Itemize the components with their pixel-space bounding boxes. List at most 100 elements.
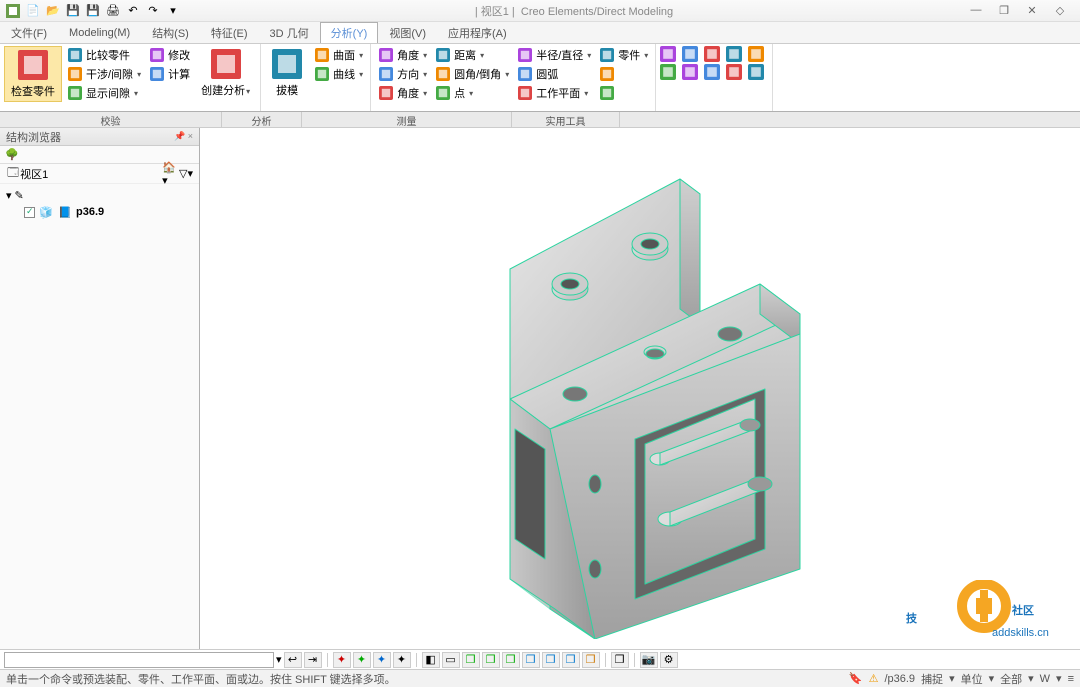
ribbon-btn[interactable]: 比较零件 (64, 46, 144, 64)
sidebar-pin-close[interactable]: 📌 × (174, 131, 193, 142)
status-menu-icon[interactable]: ≡ (1068, 673, 1074, 685)
ribbon-btn[interactable]: 距离▾ (432, 46, 512, 64)
maximize-button[interactable]: ❐ (994, 4, 1014, 17)
camera-icon[interactable]: 📷 (640, 652, 658, 668)
ribbon-btn[interactable] (596, 65, 651, 83)
ribbon-group-2: 角度▾方向▾角度▾距离▾圆角/倒角▾点▾半径/直径▾圆弧工作平面▾零件▾ (371, 44, 656, 111)
cmd-dropdown-icon[interactable]: ▾ (276, 653, 282, 666)
undo-icon[interactable]: ↶ (124, 2, 142, 20)
workspace: 结构浏览器 📌 × 🌳 🗔 🏠▾ ▽▾ ▾ ✎ 🧊 📘 p36.9 (0, 128, 1080, 649)
status-bar: 单击一个命令或预选装配、零件、工作平面、面或边。按住 SHIFT 键选择多项。 … (0, 669, 1080, 687)
tab-2[interactable]: 结构(S) (141, 22, 200, 43)
ribbon-btn[interactable]: 角度▾ (375, 46, 430, 64)
ribbon-btn[interactable]: 工作平面▾ (514, 84, 594, 102)
3d-viewport[interactable] (200, 128, 1080, 649)
help-button[interactable]: ◇ (1050, 4, 1070, 17)
new-icon[interactable]: 📄 (24, 2, 42, 20)
status-wp[interactable]: W (1040, 673, 1050, 685)
ribbon-btn[interactable]: 计算 (146, 65, 193, 83)
group-label: 实用工具 (512, 112, 620, 127)
open-icon[interactable]: 📂 (44, 2, 62, 20)
ribbon-btn[interactable]: 曲面▾ (311, 46, 366, 64)
ribbon-btn[interactable]: 修改 (146, 46, 193, 64)
ribbon-btn[interactable]: 角度▾ (375, 84, 430, 102)
ribbon-btn[interactable]: 半径/直径▾ (514, 46, 594, 64)
tab-5[interactable]: 分析(Y) (320, 22, 379, 43)
ribbon-big-创建分析[interactable]: 创建分析▾ (195, 46, 256, 100)
view-solo-icon[interactable]: ❒ (611, 652, 629, 668)
filter-icon[interactable]: ▽▾ (179, 167, 193, 180)
util-icon[interactable] (704, 64, 720, 80)
viewport-input[interactable] (20, 168, 162, 180)
view-iso-icon[interactable]: ◧ (422, 652, 440, 668)
ribbon-group-labels: 校验分析测量实用工具 (0, 112, 1080, 128)
tab-7[interactable]: 应用程序(A) (437, 22, 518, 43)
view-cube7-icon[interactable]: ❒ (582, 652, 600, 668)
view-cube1-icon[interactable]: ❒ (462, 652, 480, 668)
status-snap[interactable]: 捕捉 (921, 671, 943, 687)
util-icon[interactable] (726, 64, 742, 80)
group-label: 测量 (302, 112, 512, 127)
ribbon-btn[interactable]: 圆角/倒角▾ (432, 65, 512, 83)
ribbon-big-检查零件[interactable]: 检查零件 (4, 46, 62, 102)
command-input[interactable] (4, 652, 274, 668)
axis-y-icon[interactable]: ✦ (353, 652, 371, 668)
tree-icon[interactable]: 🌳 (4, 147, 20, 163)
axis-z-icon[interactable]: ✦ (373, 652, 391, 668)
ribbon-btn[interactable]: 曲线▾ (311, 65, 366, 83)
ribbon-btn[interactable]: 方向▾ (375, 65, 430, 83)
minimize-button[interactable]: — (966, 4, 986, 17)
util-icon[interactable] (748, 64, 764, 80)
saveas-icon[interactable]: 💾 (84, 2, 102, 20)
status-hint: 单击一个命令或预选装配、零件、工作平面、面或边。按住 SHIFT 键选择多项。 (6, 671, 396, 687)
ribbon-btn[interactable]: 干涉/间隙▾ (64, 65, 144, 83)
visibility-checkbox[interactable] (24, 207, 35, 218)
tab-1[interactable]: Modeling(M) (58, 24, 141, 41)
status-unit[interactable]: 单位 (961, 671, 983, 687)
ribbon-btn[interactable]: 零件▾ (596, 46, 651, 64)
view-cube2-icon[interactable]: ❒ (482, 652, 500, 668)
redo-icon[interactable]: ↷ (144, 2, 162, 20)
home-icon[interactable]: 🏠▾ (162, 161, 179, 187)
viewport-selector[interactable]: 🗔 🏠▾ ▽▾ (0, 164, 199, 184)
tree-item[interactable]: 🧊 📘 p36.9 (6, 203, 193, 221)
close-button[interactable]: ✕ (1022, 4, 1042, 17)
view-cube3-icon[interactable]: ❒ (502, 652, 520, 668)
util-icon[interactable] (660, 64, 676, 80)
view-front-icon[interactable]: ▭ (442, 652, 460, 668)
ribbon-btn[interactable]: 圆弧 (514, 65, 594, 83)
util-icon[interactable] (682, 46, 698, 62)
status-all[interactable]: 全部 (1000, 671, 1022, 687)
ribbon-btn[interactable]: 点▾ (432, 84, 512, 102)
group-label: 分析 (222, 112, 302, 127)
util-icon[interactable] (704, 46, 720, 62)
cmd-btn-1[interactable]: ↩ (284, 652, 302, 668)
util-icon[interactable] (660, 46, 676, 62)
app-icon[interactable] (4, 2, 22, 20)
tab-6[interactable]: 视图(V) (378, 22, 437, 43)
collapse-icon[interactable]: ▾ (6, 189, 12, 202)
util-icon[interactable] (748, 46, 764, 62)
ribbon-tabs: 文件(F)Modeling(M)结构(S)特征(E)3D 几何分析(Y)视图(V… (0, 22, 1080, 44)
print-icon[interactable]: 🖨 (104, 2, 122, 20)
ribbon-big-拔模[interactable]: 拔模 (265, 46, 309, 100)
status-flag-icon[interactable]: 🔖 (849, 672, 863, 685)
qat-dropdown-icon[interactable]: ▾ (164, 2, 182, 20)
axis-x-icon[interactable]: ✦ (333, 652, 351, 668)
save-icon[interactable]: 💾 (64, 2, 82, 20)
tab-0[interactable]: 文件(F) (0, 22, 58, 43)
axis-xyz-icon[interactable]: ✦ (393, 652, 411, 668)
util-icon[interactable] (682, 64, 698, 80)
status-warn-icon[interactable]: ⚠ (869, 672, 879, 685)
tree-root[interactable]: ▾ ✎ (6, 188, 193, 203)
view-cube5-icon[interactable]: ❒ (542, 652, 560, 668)
ribbon-btn[interactable] (596, 84, 651, 102)
tab-3[interactable]: 特征(E) (200, 22, 259, 43)
ribbon-btn[interactable]: 显示间隙▾ (64, 84, 144, 102)
cmd-btn-2[interactable]: ⇥ (304, 652, 322, 668)
util-icon[interactable] (726, 46, 742, 62)
view-cube4-icon[interactable]: ❒ (522, 652, 540, 668)
tab-4[interactable]: 3D 几何 (259, 22, 320, 43)
view-cube6-icon[interactable]: ❒ (562, 652, 580, 668)
settings-icon[interactable]: ⚙ (660, 652, 678, 668)
